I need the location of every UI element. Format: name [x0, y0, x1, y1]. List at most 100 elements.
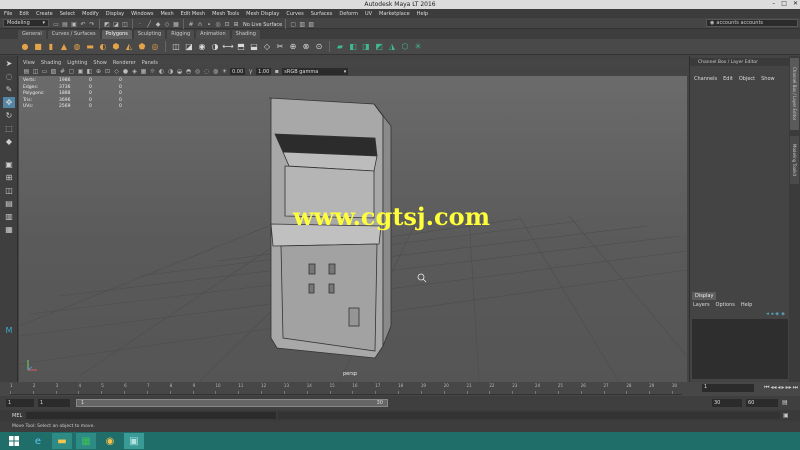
select-uv-icon[interactable]: ◇: [163, 21, 171, 29]
color-space-dropdown[interactable]: sRGB gamma ▾: [282, 68, 349, 75]
bookmark-icon[interactable]: ▭: [41, 68, 48, 75]
channel-menu-object[interactable]: Object: [739, 76, 755, 82]
channel-menu-edit[interactable]: Edit: [723, 76, 733, 82]
shadows-icon[interactable]: ◐: [158, 68, 165, 75]
textured-icon[interactable]: ▦: [140, 68, 147, 75]
ipr-render-icon[interactable]: ▥: [298, 21, 306, 29]
layer-list[interactable]: [692, 319, 788, 379]
play-back-icon[interactable]: ◂: [778, 384, 781, 392]
poly-pipe-icon[interactable]: ◎: [150, 42, 160, 52]
layout-pane-icon[interactable]: ▦: [3, 224, 15, 235]
character-set-icon[interactable]: ▤: [782, 399, 788, 406]
two-pane-icon[interactable]: ◫: [3, 185, 15, 196]
motion-blur-icon[interactable]: ◒: [176, 68, 183, 75]
menu-uv[interactable]: UV: [365, 11, 372, 17]
film-gate-icon[interactable]: ▢: [68, 68, 75, 75]
multi-cut-icon[interactable]: ✂: [275, 42, 285, 52]
render-settings-icon[interactable]: ▧: [307, 21, 315, 29]
windows-start-icon[interactable]: [4, 433, 24, 449]
file-explorer-icon[interactable]: ▬: [52, 433, 72, 449]
rotate-tool-icon[interactable]: ↻: [3, 110, 15, 121]
fill-hole-icon[interactable]: ⊙: [314, 42, 324, 52]
target-weld-icon[interactable]: ⊕: [288, 42, 298, 52]
uv-layout-icon[interactable]: ⬡: [400, 42, 410, 52]
wireframe-icon[interactable]: ◇: [113, 68, 120, 75]
menu-help[interactable]: Help: [417, 11, 428, 17]
snap-plane-icon[interactable]: ⊡: [223, 21, 231, 29]
close-button[interactable]: ✕: [793, 0, 798, 7]
live-surface-icon[interactable]: ⊞: [232, 21, 240, 29]
poly-plane-icon[interactable]: ▬: [85, 42, 95, 52]
command-language-label[interactable]: MEL: [12, 413, 22, 419]
shelf-tab-shading[interactable]: Shading: [231, 29, 260, 39]
safe-action-icon[interactable]: ⊡: [104, 68, 111, 75]
viewport-persp[interactable]: Verts: 1986 0 0 Edges: 3736 0 0 Polygons…: [19, 76, 687, 382]
lasso-tool-icon[interactable]: ◌: [3, 71, 15, 82]
poly-pyramid-icon[interactable]: ◭: [124, 42, 134, 52]
panel-menu-show[interactable]: Show: [93, 60, 107, 66]
playback-end-field[interactable]: 30: [712, 399, 742, 407]
menu-modify[interactable]: Modify: [82, 11, 99, 17]
ambient-occlusion-icon[interactable]: ◑: [167, 68, 174, 75]
uv-planar-icon[interactable]: ▰: [335, 42, 345, 52]
uv-spherical-icon[interactable]: ◨: [361, 42, 371, 52]
camera-select-icon[interactable]: ▤: [23, 68, 30, 75]
select-tool-icon[interactable]: ➤: [3, 58, 15, 69]
last-tool-icon[interactable]: ◆: [3, 136, 15, 147]
menu-mesh[interactable]: Mesh: [160, 11, 173, 17]
xray-icon[interactable]: ◌: [203, 68, 210, 75]
xray-joints-icon[interactable]: ◍: [212, 68, 219, 75]
internet-explorer-icon[interactable]: e: [28, 433, 48, 449]
open-scene-icon[interactable]: ▤: [61, 21, 69, 29]
save-scene-icon[interactable]: ▣: [70, 21, 78, 29]
menu-create[interactable]: Create: [36, 11, 53, 17]
snap-grid-icon[interactable]: #: [187, 21, 195, 29]
snap-curve-icon[interactable]: ∩: [196, 21, 204, 29]
scale-tool-icon[interactable]: ⬚: [3, 123, 15, 134]
extrude-icon[interactable]: ⬒: [236, 42, 246, 52]
panel-menu-view[interactable]: View: [23, 60, 35, 66]
menu-edit-mesh[interactable]: Edit Mesh: [181, 11, 205, 17]
step-back-icon[interactable]: ◂◂: [771, 384, 777, 392]
camera-attributes-icon[interactable]: ◫: [32, 68, 39, 75]
select-vertex-icon[interactable]: ·: [136, 21, 144, 29]
start-time-field[interactable]: 1: [6, 399, 34, 407]
paint-select-icon[interactable]: ✎: [3, 84, 15, 95]
maximize-button[interactable]: □: [781, 0, 787, 7]
boolean-icon[interactable]: ◑: [210, 42, 220, 52]
menu-mesh-tools[interactable]: Mesh Tools: [212, 11, 239, 17]
layer-menu-layers[interactable]: Layers: [693, 302, 710, 308]
graph-pane-icon[interactable]: ▥: [3, 211, 15, 222]
shelf-tab-general[interactable]: General: [18, 29, 46, 39]
poly-prism-icon[interactable]: ⬟: [137, 42, 147, 52]
menu-marketplace[interactable]: Marketplace: [379, 11, 410, 17]
panel-menu-renderer[interactable]: Renderer: [113, 60, 136, 66]
bridge-icon[interactable]: ⬓: [249, 42, 259, 52]
select-component-icon[interactable]: ◫: [121, 21, 129, 29]
field-chart-icon[interactable]: ⊕: [95, 68, 102, 75]
single-pane-icon[interactable]: ▣: [3, 159, 15, 170]
resolution-gate-icon[interactable]: ▣: [77, 68, 84, 75]
mode-dropdown[interactable]: Modeling ▾: [3, 19, 49, 27]
select-hierarchy-icon[interactable]: ◩: [103, 21, 111, 29]
poly-torus-icon[interactable]: ◍: [72, 42, 82, 52]
move-layer-up-icon[interactable]: ◂: [766, 311, 769, 317]
select-face-icon[interactable]: ◆: [154, 21, 162, 29]
playback-start-field[interactable]: 1: [38, 399, 70, 407]
uv-unfold-icon[interactable]: ◮: [387, 42, 397, 52]
select-edge-icon[interactable]: ╱: [145, 21, 153, 29]
four-pane-icon[interactable]: ⊞: [3, 172, 15, 183]
gate-mask-icon[interactable]: ◧: [86, 68, 93, 75]
excel-icon[interactable]: ▦: [76, 433, 96, 449]
move-tool-icon[interactable]: ✥: [3, 97, 15, 108]
lights-icon[interactable]: ☼: [149, 68, 156, 75]
image-plane-icon[interactable]: ▨: [50, 68, 57, 75]
undo-icon[interactable]: ↶: [79, 21, 87, 29]
combine-icon[interactable]: ◫: [171, 42, 181, 52]
new-scene-icon[interactable]: ▭: [52, 21, 60, 29]
menu-curves[interactable]: Curves: [286, 11, 303, 17]
exposure-field[interactable]: 0.00: [230, 68, 246, 75]
shelf-tab-sculpting[interactable]: Sculpting: [133, 29, 166, 39]
select-object-icon[interactable]: ◪: [112, 21, 120, 29]
merge-icon[interactable]: ⊗: [301, 42, 311, 52]
